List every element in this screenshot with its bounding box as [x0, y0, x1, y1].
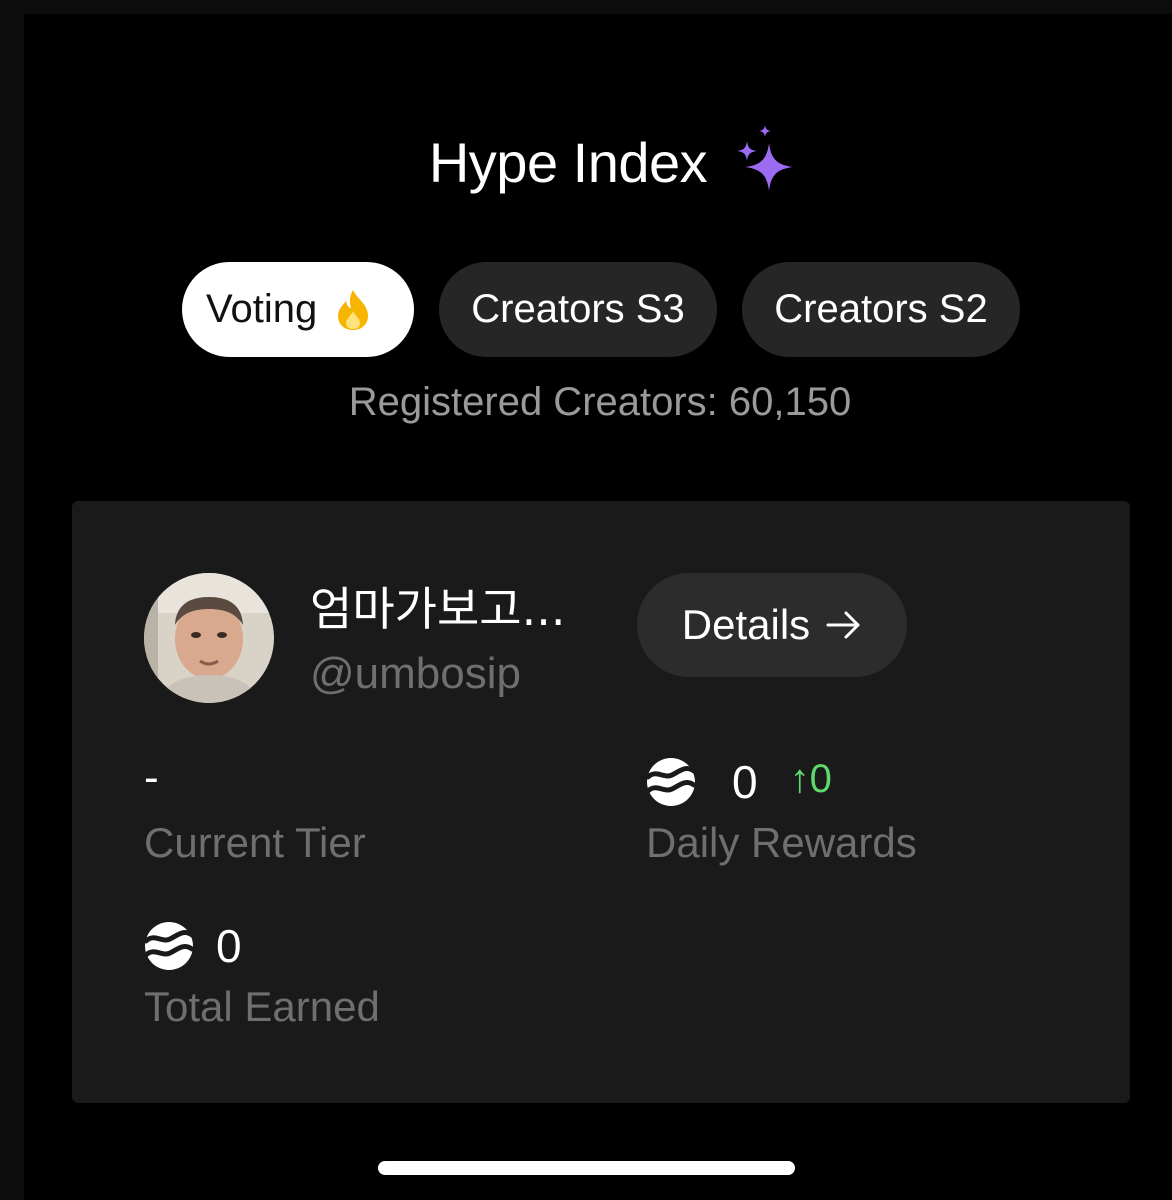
daily-rewards-label: Daily Rewards	[646, 819, 917, 866]
token-icon	[144, 922, 194, 970]
token-icon	[646, 758, 696, 806]
header: Hype Index	[24, 122, 1172, 202]
creator-name: 엄마가보고...	[310, 582, 566, 636]
fire-icon	[338, 289, 369, 330]
details-button[interactable]: Details	[637, 573, 907, 677]
current-tier-value: -	[144, 753, 159, 802]
sparkles-icon	[737, 125, 794, 191]
daily-rewards-row: 0 ↑0	[646, 755, 832, 809]
creator-card: 엄마가보고... @umbosip Details - Current Tier…	[72, 501, 1130, 1103]
daily-rewards-value: 0	[732, 756, 758, 808]
total-earned-value: 0	[216, 920, 242, 972]
total-earned-row: 0	[144, 919, 242, 973]
arrow-right-icon	[826, 611, 860, 639]
tab-creators-s3[interactable]: Creators S3	[439, 262, 717, 357]
page-title: Hype Index	[428, 130, 708, 194]
tab-creators-s3-label: Creators S3	[471, 287, 685, 331]
avatar[interactable]	[144, 573, 274, 703]
total-earned-label: Total Earned	[144, 983, 380, 1030]
tab-bar: Voting Creators S3 Creators S2	[182, 262, 1020, 357]
tab-creators-s2-label: Creators S2	[774, 287, 988, 331]
tab-creators-s2[interactable]: Creators S2	[742, 262, 1020, 357]
daily-rewards-change: ↑0	[789, 756, 832, 801]
details-button-label: Details	[681, 601, 811, 648]
current-tier-label: Current Tier	[144, 819, 366, 866]
app-screen: Hype Index Voting Creators S3 Creators S…	[24, 14, 1172, 1200]
tab-voting-label: Voting	[206, 287, 318, 331]
creator-handle: @umbosip	[310, 649, 521, 698]
registered-creators-count: Registered Creators: 60,150	[348, 380, 852, 424]
home-indicator[interactable]	[378, 1161, 795, 1175]
tab-voting[interactable]: Voting	[182, 262, 414, 357]
avatar-image	[144, 573, 274, 703]
